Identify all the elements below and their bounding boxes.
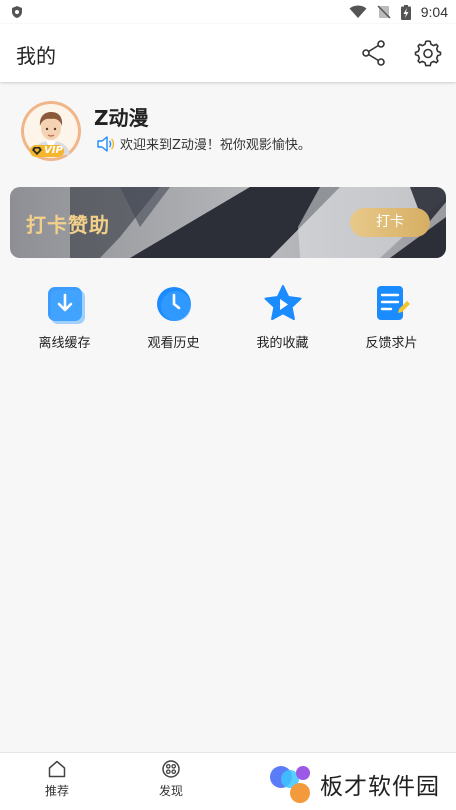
profile-section[interactable]: VIP Z动漫 欢迎来到Z动漫！祝你观影愉快。 bbox=[0, 84, 456, 174]
tab-label: 发现 bbox=[158, 784, 183, 798]
download-icon bbox=[47, 287, 85, 324]
discover-icon bbox=[162, 760, 180, 778]
watermark: 板才软件园 bbox=[268, 763, 440, 805]
quick-action-offline-cache[interactable]: 离线缓存 bbox=[10, 284, 119, 364]
wifi-icon bbox=[349, 5, 367, 18]
page-title: 我的 bbox=[16, 44, 56, 68]
quick-action-favorites[interactable]: 我的收藏 bbox=[228, 284, 337, 364]
app-bar: 我的 bbox=[0, 24, 456, 82]
watermark-logo-icon bbox=[270, 766, 310, 803]
quick-actions: 离线缓存 观看历史 我的收藏 反馈求片 bbox=[0, 284, 456, 364]
feedback-note-icon bbox=[376, 286, 410, 320]
bottom-nav: 推荐 发现 板才软件园 bbox=[0, 752, 456, 810]
tab-label: 推荐 bbox=[44, 784, 69, 798]
clock-icon bbox=[156, 287, 191, 321]
home-icon bbox=[48, 760, 66, 778]
quick-action-history[interactable]: 观看历史 bbox=[119, 284, 228, 364]
watermark-text: 板才软件园 bbox=[320, 774, 440, 800]
quick-action-label: 我的收藏 bbox=[256, 336, 309, 351]
shield-icon bbox=[12, 6, 22, 18]
tab-discover[interactable]: 发现 bbox=[141, 759, 201, 799]
check-in-button[interactable]: 打卡 bbox=[350, 208, 430, 237]
speaker-icon bbox=[97, 135, 115, 152]
vip-badge: VIP bbox=[44, 145, 63, 156]
star-play-icon bbox=[264, 285, 301, 321]
quick-action-label: 反馈求片 bbox=[365, 336, 418, 351]
clock-time: 9:04 bbox=[420, 4, 448, 20]
sponsor-banner[interactable]: 打卡赞助 打卡 bbox=[10, 187, 446, 258]
no-signal-icon bbox=[377, 5, 391, 19]
username: Z动漫 bbox=[94, 106, 149, 130]
banner-label: 打卡赞助 bbox=[26, 213, 110, 237]
welcome-text: 欢迎来到Z动漫！祝你观影愉快。 bbox=[120, 138, 311, 153]
share-icon[interactable] bbox=[360, 39, 388, 67]
tab-recommend[interactable]: 推荐 bbox=[27, 759, 87, 799]
quick-action-label: 观看历史 bbox=[147, 336, 200, 351]
quick-action-feedback[interactable]: 反馈求片 bbox=[337, 284, 446, 364]
status-bar: 9:04 bbox=[0, 0, 456, 24]
gear-icon[interactable] bbox=[413, 38, 443, 68]
battery-charging-icon bbox=[400, 4, 411, 20]
quick-action-label: 离线缓存 bbox=[38, 336, 91, 351]
welcome-row: 欢迎来到Z动漫！祝你观影愉快。 bbox=[96, 134, 311, 153]
